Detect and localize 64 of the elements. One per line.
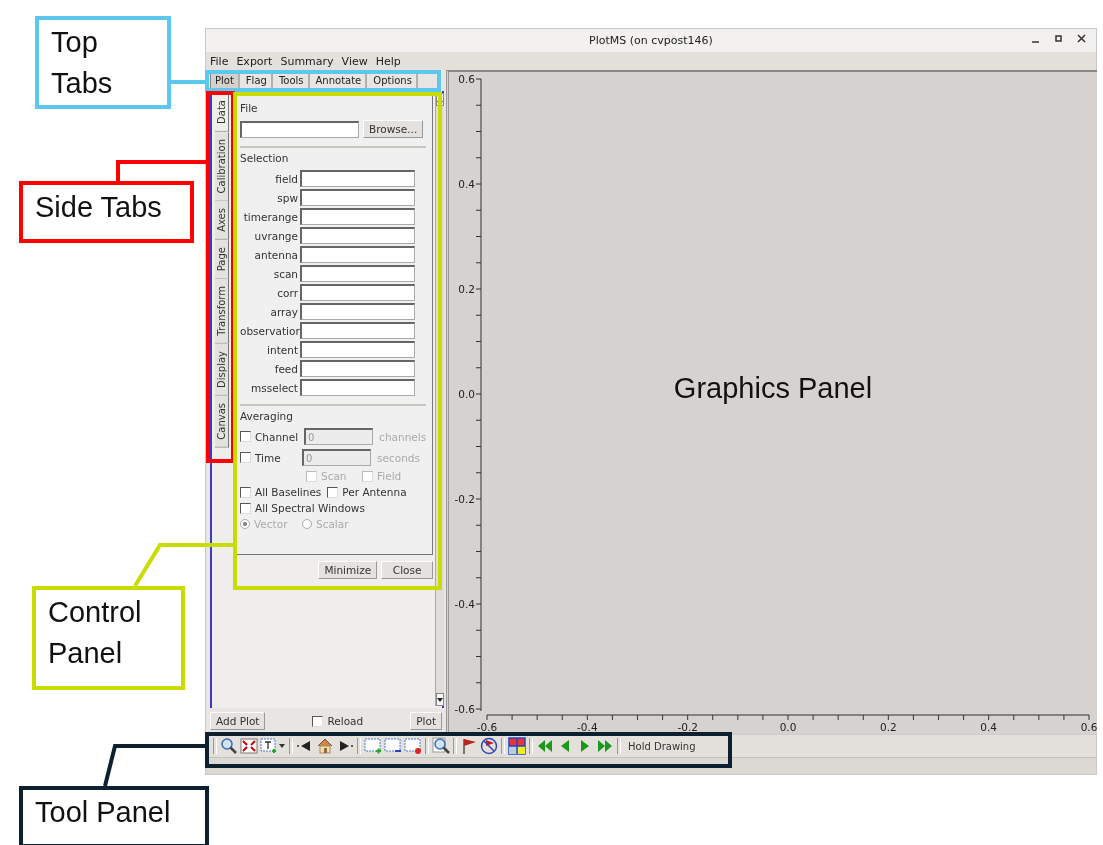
radio-label: Vector bbox=[254, 518, 288, 530]
callout-label: Control Panel bbox=[32, 586, 185, 690]
checkbox-label: Channel bbox=[255, 430, 299, 443]
field-label: corr bbox=[276, 286, 298, 299]
axis-tick-label: 0.6 bbox=[458, 73, 475, 85]
section-heading: File bbox=[240, 102, 259, 114]
menu-item[interactable]: File bbox=[210, 54, 229, 68]
window-title: PlotMS (on cvpost146) bbox=[589, 34, 713, 47]
axis-tick-label: 0.4 bbox=[980, 721, 997, 733]
checkbox-label: Scan bbox=[321, 470, 347, 482]
field-label: uvrange bbox=[253, 229, 298, 242]
section-heading: Selection bbox=[240, 152, 290, 164]
side-tab[interactable]: Display bbox=[215, 344, 229, 396]
side-tab[interactable]: Calibration bbox=[215, 131, 229, 202]
menu-item[interactable]: View bbox=[341, 54, 368, 68]
side-tab[interactable]: Canvas bbox=[215, 396, 229, 448]
side-tab[interactable]: Page bbox=[215, 240, 229, 280]
menu-item[interactable]: Summary bbox=[280, 54, 334, 68]
menu-item[interactable]: Export bbox=[236, 54, 273, 68]
field-label: scan bbox=[272, 267, 298, 280]
field-label: field bbox=[274, 172, 298, 185]
checkbox-label: Per Antenna bbox=[342, 486, 407, 498]
checkbox-label: Time bbox=[255, 451, 281, 464]
hold-drawing-button[interactable]: Hold Drawing bbox=[624, 740, 700, 752]
field-label: antenna bbox=[253, 248, 298, 261]
callout-label: Side Tabs bbox=[19, 181, 194, 243]
browse-button[interactable]: Browse... bbox=[363, 120, 424, 138]
callout-label: Top Tabs bbox=[35, 16, 171, 110]
checkbox-label: All Spectral Windows bbox=[255, 502, 365, 514]
unit-label: channels bbox=[379, 430, 427, 443]
unit-label: seconds bbox=[377, 451, 420, 464]
axis-tick-label: -0.4 bbox=[577, 721, 598, 733]
plot-button[interactable]: Plot bbox=[410, 712, 442, 730]
callout-label: Tool Panel bbox=[19, 786, 209, 845]
radio-label: Scalar bbox=[316, 518, 349, 530]
field-label: msselect bbox=[250, 381, 298, 394]
panel-button[interactable]: Close bbox=[381, 561, 434, 579]
field-label: timerange bbox=[242, 210, 298, 223]
checkbox-label: Reload bbox=[327, 715, 364, 727]
annotation-label: Graphics Panel bbox=[673, 372, 873, 405]
axis-tick-label: -0.2 bbox=[677, 721, 698, 733]
add-plot-button[interactable]: Add Plot bbox=[210, 712, 266, 730]
axis-tick-label: 0.2 bbox=[880, 721, 897, 733]
axis-tick-label: 0.2 bbox=[458, 283, 475, 295]
field-label: array bbox=[269, 305, 298, 318]
section-heading: Averaging bbox=[240, 410, 294, 422]
panel-button[interactable]: Minimize bbox=[318, 561, 378, 579]
checkbox-label: Field bbox=[377, 470, 402, 482]
axis-tick-label: -0.4 bbox=[454, 598, 475, 610]
side-tab[interactable]: Axes bbox=[215, 201, 229, 241]
field-label: spw bbox=[276, 191, 298, 204]
field-label: intent bbox=[266, 343, 298, 356]
axis-tick-label: 0.0 bbox=[779, 721, 797, 733]
axis-tick-label: 0.4 bbox=[458, 178, 475, 190]
axis-tick-label: 0.6 bbox=[1080, 721, 1097, 733]
axis-tick-label: 0.0 bbox=[458, 388, 475, 400]
side-tab[interactable]: Data bbox=[215, 93, 229, 132]
field-label: feed bbox=[273, 362, 298, 375]
axis-tick-label: -0.2 bbox=[454, 493, 475, 505]
axis-tick-label: -0.6 bbox=[454, 703, 475, 715]
checkbox-label: All Baselines bbox=[255, 486, 322, 498]
side-tab[interactable]: Transform bbox=[215, 279, 229, 345]
menu-item[interactable]: Help bbox=[375, 54, 401, 68]
axis-tick-label: -0.6 bbox=[476, 721, 498, 733]
